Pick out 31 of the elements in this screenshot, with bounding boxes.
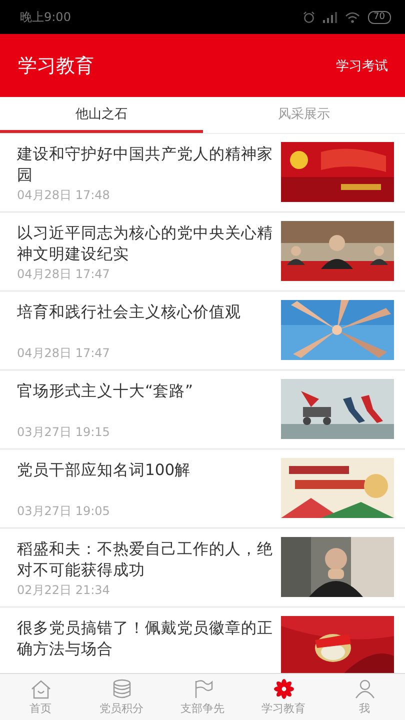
signal-icon [322,12,337,22]
article-date: 04月28日 17:48 [17,187,111,204]
article-item[interactable]: 以习近平同志为核心的党中央关心精神文明建设纪实 04月28日 17:47 [0,213,405,292]
tab[interactable]: 他山之石 [0,97,202,133]
battery-indicator: 70 [368,10,391,24]
page-title: 学习教育 [18,54,94,78]
article-date: 04月28日 17:47 [17,345,111,362]
article-title: 建设和守护好中国共产党人的精神家园 [17,144,274,186]
article-title: 以习近平同志为核心的党中央关心精神文明建设纪实 [17,223,274,265]
coin-stack-icon [110,678,132,698]
article-item[interactable]: 党员干部应知名词100解 03月27日 19:05 [0,450,405,529]
article-title: 稻盛和夫：不热爱自己工作的人，绝对不可能获得成功 [17,539,274,581]
article-title: 官场形式主义十大“套路” [17,381,194,402]
article-date: 03月27日 19:05 [17,503,111,520]
article-item[interactable]: 官场形式主义十大“套路” 03月27日 19:15 [0,371,405,450]
article-date: 04月28日 17:47 [17,266,111,283]
article-item[interactable]: 稻盛和夫：不热爱自己工作的人，绝对不可能获得成功 02月22日 21:34 [0,529,405,608]
article-item[interactable]: 建设和守护好中国共产党人的精神家园 04月28日 17:48 [0,134,405,213]
article-item[interactable]: 培育和践行社会主义核心价值观 04月28日 17:47 [0,292,405,371]
article-date: 03月27日 19:15 [17,424,111,441]
house-icon [30,678,52,698]
article-date: 02月22日 21:34 [17,582,111,599]
person-icon [354,678,376,698]
status-time: 晚上9:00 [20,8,71,26]
alarm-icon [302,11,315,23]
article-title: 党员干部应知名词100解 [17,460,192,481]
flower-icon [272,678,294,698]
wifi-icon [344,12,360,22]
exam-link[interactable]: 学习考试 [336,56,388,74]
article-title: 培育和践行社会主义核心价值观 [17,302,242,323]
article-title: 很多党员搞错了！佩戴党员徽章的正确方法与场合 [17,618,274,660]
